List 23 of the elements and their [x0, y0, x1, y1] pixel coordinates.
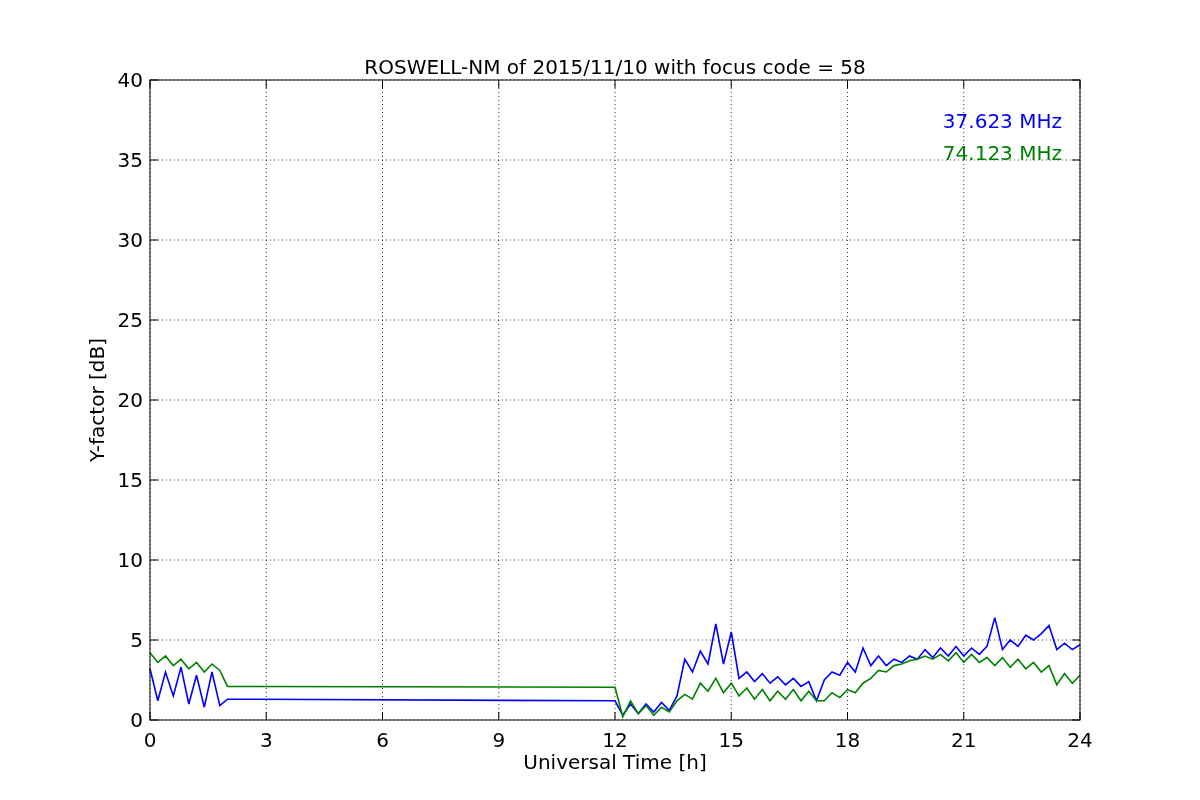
x-tick-label: 24 [1067, 728, 1093, 752]
y-tick-label: 35 [117, 148, 143, 172]
x-tick-label: 18 [834, 728, 861, 752]
x-tick-label: 3 [259, 728, 273, 752]
y-tick-label: 25 [117, 308, 143, 332]
chart-title: ROSWELL-NM of 2015/11/10 with focus code = 58 [364, 55, 866, 79]
x-axis-label: Universal Time [h] [523, 750, 707, 774]
x-tick-label: 9 [492, 728, 506, 752]
y-tick-label: 10 [117, 548, 143, 572]
y-tick-label: 5 [130, 628, 143, 652]
y-tick-label: 20 [117, 388, 143, 412]
y-tick-label: 40 [117, 68, 143, 92]
legend-label: 37.623 MHz [942, 109, 1062, 133]
x-tick-label: 0 [143, 728, 157, 752]
y-axis-label: Y-factor [dB] [85, 338, 109, 462]
x-tick-label: 15 [718, 728, 744, 752]
x-tick-label: 12 [602, 728, 628, 752]
legend-label: 74.123 MHz [942, 141, 1062, 165]
y-tick-label: 0 [130, 708, 143, 732]
x-tick-label: 21 [951, 728, 977, 752]
x-tick-label: 6 [376, 728, 389, 752]
y-tick-label: 15 [117, 468, 143, 492]
y-tick-label: 30 [117, 228, 143, 252]
